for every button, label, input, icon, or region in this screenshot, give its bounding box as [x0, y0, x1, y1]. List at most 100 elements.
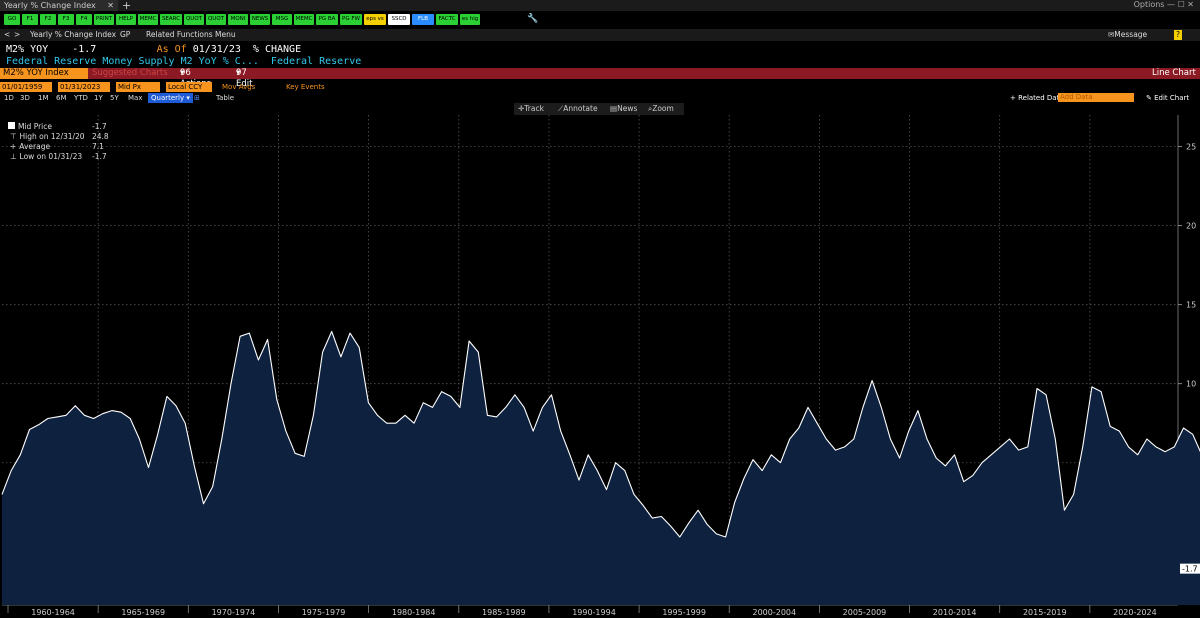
tab-yearly-change[interactable]: Yearly % Change Index ✕	[0, 0, 118, 11]
fkey-f4[interactable]: F4	[76, 14, 92, 25]
actions-menu[interactable]: 96 Actions ▾	[180, 68, 211, 89]
legend-label: Low on 01/31/23	[19, 152, 83, 161]
news-label: News	[617, 104, 638, 113]
line-chart[interactable]: 05101520251960-19641965-19691970-1974197…	[0, 115, 1200, 618]
y-tick-label: 20	[1186, 222, 1196, 231]
legend-label: High on 12/31/20	[19, 132, 85, 141]
gp-menu[interactable]: GP	[120, 29, 130, 41]
average-marker-icon: +	[10, 142, 17, 151]
x-tick-label: 1990-1994	[572, 608, 616, 617]
zoom-button[interactable]: ⌕ Zoom	[648, 103, 674, 115]
wrench-icon[interactable]: 🔧	[527, 14, 538, 24]
forward-button[interactable]: >	[14, 29, 20, 41]
track-label: Track	[524, 104, 544, 113]
annotate-button[interactable]: ⟋ Annotate	[558, 103, 598, 115]
change-label: % CHANGE	[252, 44, 302, 55]
zoom-label: Zoom	[652, 104, 674, 113]
fkey-searc[interactable]: SEARC	[160, 14, 182, 25]
edit-chart-label: Edit Chart	[1154, 94, 1190, 102]
as-of-label: As Of	[156, 44, 187, 55]
x-tick-label: 1995-1999	[662, 608, 706, 617]
window-titlebar: Yearly % Change Index ✕ + Options — ☐ ✕	[0, 0, 1200, 12]
back-button[interactable]: <	[4, 29, 10, 41]
mov-avgs-button[interactable]: Mov Avgs	[222, 82, 255, 92]
fkey-help[interactable]: HELP	[116, 14, 136, 25]
x-tick-label: 1985-1989	[482, 608, 526, 617]
key-events-button[interactable]: Key Events	[286, 82, 325, 92]
period-3d[interactable]: 3D	[20, 93, 30, 103]
fkey-pg-fw[interactable]: PG FW	[340, 14, 362, 25]
new-tab-icon[interactable]: +	[122, 0, 131, 12]
suggested-charts[interactable]: Suggested Charts	[92, 68, 168, 79]
fkey-quot[interactable]: QUOT	[206, 14, 226, 25]
ticker-input[interactable]: M2% YOY Index	[0, 68, 88, 79]
legend-label: Mid Price	[18, 122, 52, 131]
legend-value: -1.7	[92, 122, 107, 131]
x-tick-label: 1975-1979	[302, 608, 346, 617]
track-button[interactable]: ✛ Track	[518, 103, 544, 115]
fkey-news[interactable]: NEWS	[250, 14, 270, 25]
fkey-f2[interactable]: F2	[40, 14, 56, 25]
related-functions-menu[interactable]: Related Functions Menu	[146, 29, 236, 41]
x-tick-label: 1980-1984	[392, 608, 436, 617]
window-options[interactable]: Options — ☐ ✕	[1134, 0, 1194, 9]
fkey-flb[interactable]: FLB	[412, 14, 434, 25]
news-button[interactable]: ▤ News	[610, 103, 637, 115]
field-selector[interactable]: Mid Px	[116, 82, 160, 92]
message-label: Message	[1114, 30, 1148, 39]
fkey-factc[interactable]: FACTC	[436, 14, 458, 25]
legend-swatch	[8, 122, 15, 129]
fkey-sscd[interactable]: SSCD	[388, 14, 410, 25]
legend-value: 7.1	[92, 142, 104, 151]
x-tick-label: 2010-2014	[933, 608, 977, 617]
end-date-field[interactable]: 01/31/2023	[58, 82, 110, 92]
period-max[interactable]: Max	[128, 93, 142, 103]
fkey-moni[interactable]: MONI	[228, 14, 248, 25]
currency-selector[interactable]: Local CCY	[166, 82, 212, 92]
fkey-quot[interactable]: QUOT	[184, 14, 204, 25]
as-of-date: 01/31/23	[192, 44, 241, 55]
x-tick-label: 1965-1969	[121, 608, 165, 617]
add-data-input[interactable]: Add Data	[1058, 93, 1134, 102]
fkey-pg-ba[interactable]: PG BA	[316, 14, 338, 25]
legend-high: ⊤ High on 12/31/20 24.8	[8, 132, 109, 142]
y-tick-label: 25	[1186, 143, 1196, 152]
edit-menu[interactable]: 97 Edit ▾	[236, 68, 252, 89]
message-button[interactable]: ✉ Message	[1108, 29, 1147, 41]
fkey-print[interactable]: PRINT	[94, 14, 114, 25]
period-ytd[interactable]: YTD	[74, 93, 88, 103]
chart-legend: Mid Price -1.7 ⊤ High on 12/31/20 24.8 + Ave…	[8, 122, 109, 162]
description-text: Federal Reserve Money Supply M2 YoY % C.…	[6, 56, 259, 67]
fkey-go[interactable]: GO	[4, 14, 20, 25]
period-6m[interactable]: 6M	[56, 93, 67, 103]
related-data-button[interactable]: + Related Data	[1010, 93, 1064, 103]
frequency-selector[interactable]: Quarterly ▾	[148, 93, 193, 103]
close-icon[interactable]: ✕	[107, 0, 114, 11]
chart-icon[interactable]: ⊞	[194, 93, 200, 103]
options-label: Options	[1133, 0, 1165, 9]
last-value-label: -1.7	[1182, 565, 1198, 574]
start-date-field[interactable]: 01/01/1959	[0, 82, 52, 92]
period-1d[interactable]: 1D	[4, 93, 14, 103]
legend-mid-price: Mid Price -1.7	[8, 122, 107, 132]
fkey-f3[interactable]: F3	[58, 14, 74, 25]
chart-menu-bar: Suggested Charts 96 Actions ▾ 97 Edit ▾ …	[0, 68, 1200, 89]
fkey-memc[interactable]: MEMC	[138, 14, 158, 25]
source-text: Federal Reserve	[270, 56, 362, 67]
table-button[interactable]: Table	[216, 93, 234, 103]
period-1y[interactable]: 1Y	[94, 93, 103, 103]
period-5y[interactable]: 5Y	[110, 93, 119, 103]
chart-type-label: Line Chart	[1152, 68, 1196, 78]
period-1m[interactable]: 1M	[38, 93, 49, 103]
y-tick-label: 15	[1186, 301, 1196, 310]
breadcrumb[interactable]: Yearly % Change Index	[30, 29, 116, 41]
edit-chart-button[interactable]: ✎ Edit Chart	[1146, 93, 1189, 103]
current-value: -1.7	[72, 44, 97, 55]
fkey-msg[interactable]: MSG	[272, 14, 292, 25]
fkey-memc[interactable]: MEMC	[294, 14, 314, 25]
help-icon[interactable]: ?	[1174, 30, 1182, 40]
fkey-es-hig[interactable]: es hig	[460, 14, 480, 25]
y-tick-label: 10	[1186, 380, 1196, 389]
fkey-eps-vs[interactable]: eps vs	[364, 14, 386, 25]
fkey-f1[interactable]: F1	[22, 14, 38, 25]
